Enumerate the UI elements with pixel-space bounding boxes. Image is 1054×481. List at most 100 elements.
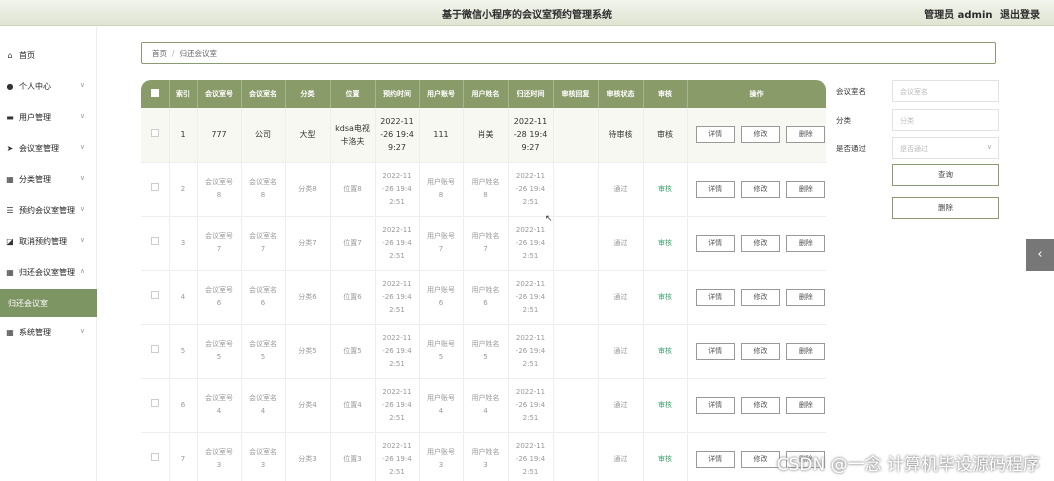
cell-booked: 2022-11 -26 19:4 2:51 — [375, 162, 420, 217]
cancel-icon: ◪ — [6, 237, 14, 246]
sidebar-item-categories[interactable]: ▦ 分类管理 ∨ — [0, 164, 97, 195]
edit-button[interactable]: 修改 — [740, 450, 781, 468]
cell-booked: 2022-11 -26 19:4 2:51 — [375, 270, 420, 325]
user-area: 管理员 admin 退出登录 — [920, 6, 1040, 21]
cell-account: 用户账号 5 — [419, 324, 464, 379]
cell-audit[interactable]: 审核 — [643, 324, 688, 379]
delete-button[interactable]: 删除 — [786, 180, 825, 198]
chevron-down-icon: ∨ — [986, 143, 992, 151]
cell-category: 分类6 — [285, 270, 331, 325]
sidebar-item-home[interactable]: ⌂ 首页 — [0, 40, 97, 71]
row-checkbox[interactable] — [141, 378, 170, 433]
cell-booked: 2022-11 -26 19:4 9:27 — [375, 108, 420, 163]
cell-reply — [553, 432, 599, 481]
cell-audit[interactable]: 审核 — [643, 432, 688, 481]
sidebar-item-users[interactable]: ▬ 用户管理 ∨ — [0, 102, 97, 133]
detail-button[interactable]: 详情 — [695, 180, 735, 198]
delete-button[interactable]: 删除 — [786, 288, 825, 306]
detail-button[interactable]: 详情 — [695, 234, 735, 252]
logout-link[interactable]: 退出登录 — [1000, 10, 1040, 21]
app-title: 基于微信小程序的会议室预约管理系统 — [442, 10, 612, 21]
cell-audit[interactable]: 审核 — [643, 378, 688, 433]
user-name: 管理员 admin — [924, 10, 993, 21]
row-checkbox[interactable] — [141, 270, 170, 325]
grid-icon: ▦ — [6, 175, 14, 184]
sidebar-item-system[interactable]: ▦ 系统管理 ∨ — [0, 317, 97, 348]
edit-button[interactable]: 修改 — [740, 396, 781, 414]
cell-name: 肖美 — [463, 108, 509, 163]
sidebar-item-returns[interactable]: ▦ 归还会议室管理 ∧ — [0, 257, 97, 288]
sidebar-item-label: 取消预约管理 — [19, 237, 67, 246]
room-name-input[interactable]: 会议室名 — [892, 80, 999, 102]
detail-button[interactable]: 详情 — [695, 126, 735, 144]
edit-button[interactable]: 修改 — [740, 234, 781, 252]
row-checkbox[interactable] — [141, 432, 170, 481]
cell-room-name: 会议室名 3 — [241, 432, 286, 481]
detail-button[interactable]: 详情 — [695, 342, 735, 360]
chevron-down-icon: ∨ — [79, 205, 85, 213]
row-checkbox[interactable] — [141, 108, 170, 163]
edit-button[interactable]: 修改 — [740, 342, 781, 360]
users-icon: ▬ — [6, 113, 14, 122]
cell-status: 通过 — [598, 270, 644, 325]
breadcrumb-home[interactable]: 首页 — [152, 49, 167, 58]
cell-status: 通过 — [598, 378, 644, 433]
filter-passed-label: 是否通过 — [836, 144, 866, 153]
select-all-checkbox[interactable] — [141, 80, 170, 108]
cell-room-name: 公司 — [241, 108, 286, 163]
sidebar-item-label: 系统管理 — [19, 328, 51, 337]
sidebar-item-label: 会议室管理 — [19, 144, 59, 153]
chevron-down-icon: ∨ — [79, 327, 85, 335]
collapse-panel-tab[interactable]: ‹ — [1026, 239, 1054, 271]
cell-audit[interactable]: 审核 — [643, 108, 688, 163]
row-checkbox[interactable] — [141, 162, 170, 217]
cell-location: 位置8 — [330, 162, 376, 217]
cell-category: 大型 — [285, 108, 331, 163]
cell-account: 用户账号 6 — [419, 270, 464, 325]
sidebar-item-rooms[interactable]: ➤ 会议室管理 ∨ — [0, 133, 97, 164]
home-icon: ⌂ — [7, 51, 13, 60]
row-actions: 详情 修改 删除 — [687, 324, 826, 379]
passed-select[interactable]: 是否通过 ∨ — [892, 137, 999, 159]
cell-room-no: 会议室号 3 — [197, 432, 242, 481]
cell-audit[interactable]: 审核 — [643, 162, 688, 217]
delete-button[interactable]: 删除 — [786, 342, 825, 360]
category-input[interactable]: 分类 — [892, 109, 999, 131]
detail-button[interactable]: 详情 — [695, 450, 735, 468]
edit-button[interactable]: 修改 — [740, 126, 781, 144]
batch-delete-button[interactable]: 删除 — [892, 197, 999, 219]
row-actions: 详情 修改 删除 — [687, 162, 826, 217]
sidebar-item-bookings[interactable]: ☰ 预约会议室管理 ∨ — [0, 195, 97, 226]
cell-room-no: 777 — [197, 108, 242, 163]
delete-button[interactable]: 删除 — [786, 234, 825, 252]
row-checkbox[interactable] — [141, 324, 170, 379]
passed-select-placeholder: 是否通过 — [900, 145, 928, 153]
sidebar-item-cancellations[interactable]: ◪ 取消预约管理 ∨ — [0, 226, 97, 257]
sidebar-item-profile[interactable]: ● 个人中心 ∨ — [0, 71, 97, 102]
cell-audit[interactable]: 审核 — [643, 216, 688, 271]
delete-button[interactable]: 删除 — [786, 396, 825, 414]
cell-account: 用户账号 3 — [419, 432, 464, 481]
cell-reply — [553, 270, 599, 325]
cell-account: 用户账号 7 — [419, 216, 464, 271]
sidebar-item-label: 分类管理 — [19, 175, 51, 184]
cell-status: 待审核 — [598, 108, 644, 163]
data-table: 索引 会议室号 会议室名 分类 位置 预约时间 用户账号 用户姓名 归还时间 审… — [141, 80, 826, 481]
cell-location: 位置4 — [330, 378, 376, 433]
grid-icon: ▦ — [6, 268, 14, 277]
detail-button[interactable]: 详情 — [695, 288, 735, 306]
row-checkbox[interactable] — [141, 216, 170, 271]
row-actions: 详情 修改 删除 — [687, 216, 826, 271]
detail-button[interactable]: 详情 — [695, 396, 735, 414]
delete-button[interactable]: 删除 — [786, 126, 825, 144]
edit-button[interactable]: 修改 — [740, 288, 781, 306]
search-button[interactable]: 查询 — [892, 164, 999, 186]
table-header-row: 索引 会议室号 会议室名 分类 位置 预约时间 用户账号 用户姓名 归还时间 审… — [141, 80, 826, 108]
cell-returned: 2022-11 -26 19:4 2:51 — [508, 162, 554, 217]
col-header: 预约时间 — [375, 80, 420, 108]
col-header: 会议室名 — [241, 80, 286, 108]
watermark: CSDN @一念 计算机毕设源码程序 — [776, 455, 1040, 475]
cell-audit[interactable]: 审核 — [643, 270, 688, 325]
sidebar-subitem-return-room[interactable]: 归还会议室 — [0, 289, 97, 317]
edit-button[interactable]: 修改 — [740, 180, 781, 198]
